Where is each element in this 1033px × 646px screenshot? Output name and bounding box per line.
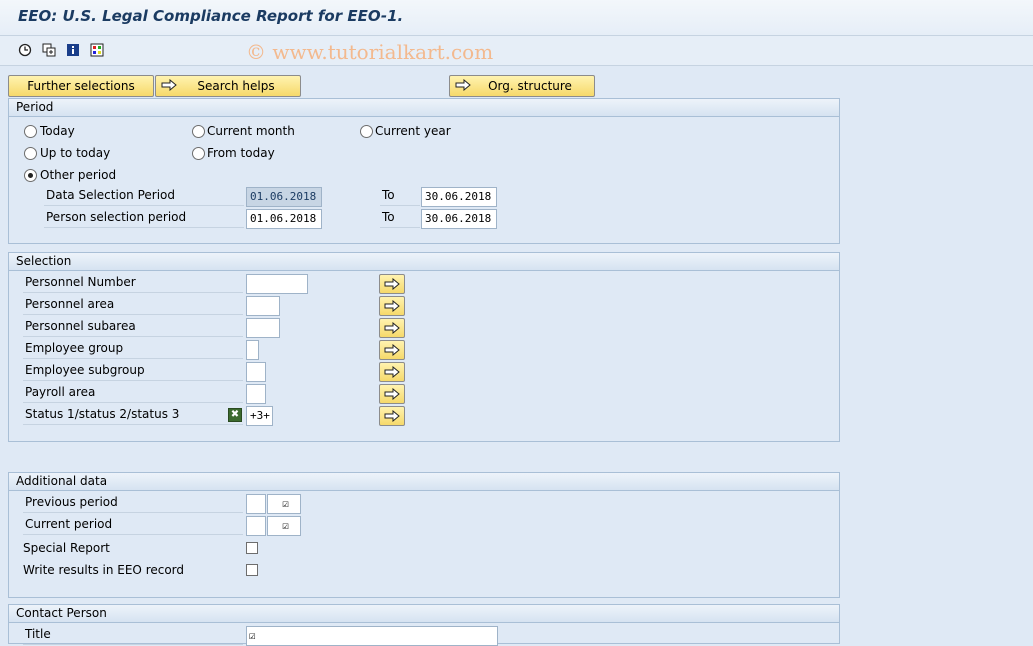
radio-up-to-today-label: Up to today [40, 146, 111, 160]
person-selection-from-field[interactable]: 01.06.2018 [246, 209, 322, 229]
personnel-area-field[interactable] [246, 296, 280, 316]
application-toolbar: © www.tutorialkart.com [0, 36, 1033, 66]
employee-subgroup-field[interactable] [246, 362, 266, 382]
title-bar: EEO: U.S. Legal Compliance Report for EE… [0, 0, 1033, 36]
contact-person-heading: Contact Person [9, 605, 839, 623]
multiple-selection-button[interactable] [379, 296, 405, 316]
org-structure-label: Org. structure [488, 79, 572, 93]
arrow-right-icon [161, 79, 177, 91]
previous-period-label: Previous period [23, 493, 243, 513]
radio-today[interactable] [24, 125, 37, 138]
special-report-label: Special Report [23, 541, 110, 555]
status-label: Status 1/status 2/status 3 [23, 405, 243, 425]
person-selection-to-label: To [380, 208, 420, 228]
period-heading: Period [9, 99, 839, 117]
period-group: Period Today Current month Current year … [8, 98, 840, 244]
execute-icon[interactable] [17, 42, 33, 58]
personnel-number-field[interactable] [246, 274, 308, 294]
selection-heading: Selection [9, 253, 839, 271]
current-period-label: Current period [23, 515, 243, 535]
person-selection-to-field[interactable]: 30.06.2018 [421, 209, 497, 229]
personnel-number-label: Personnel Number [23, 273, 243, 293]
data-selection-to-label: To [380, 186, 420, 206]
radio-today-label: Today [40, 124, 75, 138]
contact-title-label: Title [23, 625, 243, 645]
org-structure-button[interactable]: Org. structure [449, 75, 595, 97]
radio-current-month-label: Current month [207, 124, 295, 138]
radio-from-today[interactable] [192, 147, 205, 160]
multiple-selection-button[interactable] [379, 318, 405, 338]
further-selections-label: Further selections [27, 79, 135, 93]
current-period-checkbox[interactable]: ☑ [267, 516, 301, 536]
data-selection-to-field[interactable]: 30.06.2018 [421, 187, 497, 207]
employee-subgroup-label: Employee subgroup [23, 361, 243, 381]
radio-current-month[interactable] [192, 125, 205, 138]
personnel-area-label: Personnel area [23, 295, 243, 315]
radio-other-period[interactable] [24, 169, 37, 182]
payroll-area-field[interactable] [246, 384, 266, 404]
data-selection-period-label: Data Selection Period [44, 186, 244, 206]
radio-current-year-label: Current year [375, 124, 451, 138]
multiple-selection-button[interactable] [379, 362, 405, 382]
status-field[interactable]: +3+ [246, 406, 273, 426]
radio-up-to-today[interactable] [24, 147, 37, 160]
radio-current-year[interactable] [360, 125, 373, 138]
personnel-subarea-label: Personnel subarea [23, 317, 243, 337]
multiple-selection-button[interactable] [379, 406, 405, 426]
employee-group-field[interactable] [246, 340, 259, 360]
status-selection-icon[interactable]: ✖ [228, 408, 242, 422]
page-title: EEO: U.S. Legal Compliance Report for EE… [18, 7, 404, 25]
additional-data-group: Additional data Previous period ☑ Curren… [8, 472, 840, 598]
write-results-checkbox[interactable] [246, 564, 258, 576]
info-icon[interactable] [65, 42, 81, 58]
data-selection-from-field[interactable]: 01.06.2018 [246, 187, 322, 207]
variant-icon[interactable] [89, 42, 105, 58]
previous-period-checkbox[interactable]: ☑ [267, 494, 301, 514]
copy-icon[interactable] [41, 42, 57, 58]
current-period-field[interactable] [246, 516, 266, 536]
personnel-subarea-field[interactable] [246, 318, 280, 338]
radio-other-period-label: Other period [40, 168, 117, 182]
additional-data-heading: Additional data [9, 473, 839, 491]
payroll-area-label: Payroll area [23, 383, 243, 403]
watermark: © www.tutorialkart.com [246, 40, 494, 64]
further-selections-button[interactable]: Further selections [8, 75, 154, 97]
contact-title-field[interactable]: ☑ [246, 626, 498, 646]
employee-group-label: Employee group [23, 339, 243, 359]
multiple-selection-button[interactable] [379, 340, 405, 360]
main-content: Further selections Search helps Org. str… [0, 67, 1033, 646]
radio-from-today-label: From today [207, 146, 275, 160]
search-helps-button[interactable]: Search helps [155, 75, 301, 97]
selection-group: Selection Personnel Number Personnel are… [8, 252, 840, 442]
search-helps-label: Search helps [197, 79, 275, 93]
person-selection-period-label: Person selection period [44, 208, 244, 228]
contact-person-group: Contact Person Title ☑ [8, 604, 840, 646]
previous-period-field[interactable] [246, 494, 266, 514]
multiple-selection-button[interactable] [379, 274, 405, 294]
special-report-checkbox[interactable] [246, 542, 258, 554]
arrow-right-icon [455, 79, 471, 91]
multiple-selection-button[interactable] [379, 384, 405, 404]
write-results-label: Write results in EEO record [23, 563, 185, 577]
